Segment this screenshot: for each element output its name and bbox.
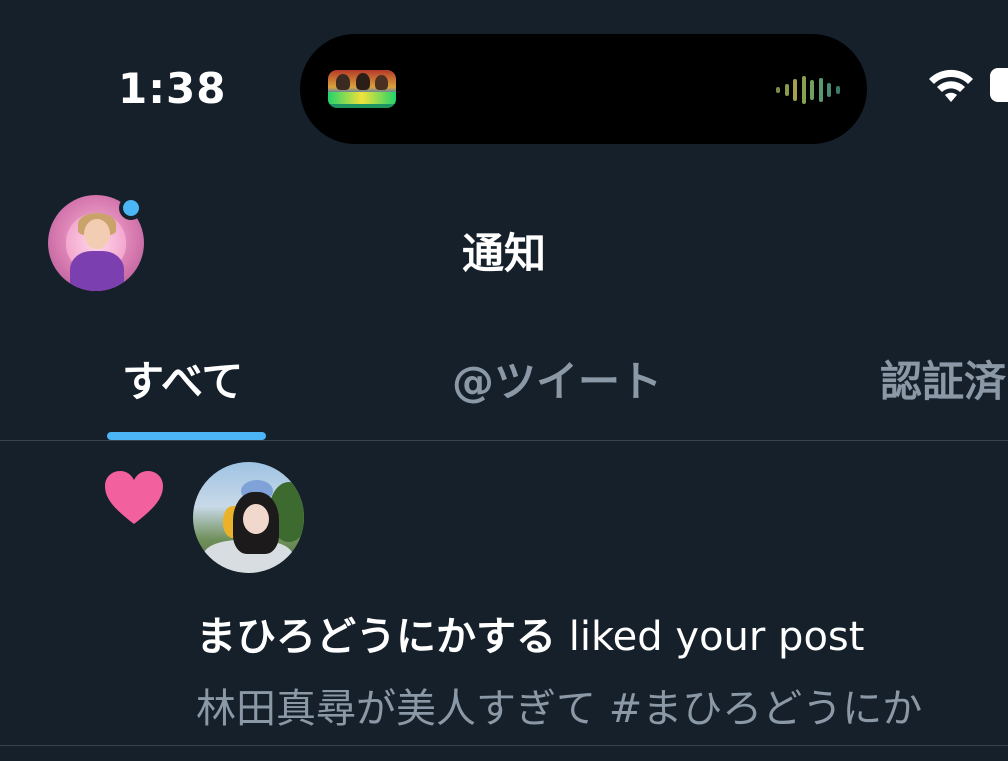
notifications-screen: 1:38 通知 すべて @ツイート 認証済 まひろどうにかする liked yo…: [0, 0, 1008, 761]
post-preview[interactable]: 林田真尋が美人すぎて #まひろどうにか: [196, 676, 1008, 734]
liker-avatar[interactable]: [193, 462, 304, 573]
tab-verified[interactable]: 認証済: [880, 348, 1006, 409]
item-divider: [0, 745, 1008, 746]
heart-icon: [105, 471, 163, 524]
battery-icon: [990, 68, 1008, 102]
notification-action: liked your post: [556, 614, 865, 660]
wifi-icon: [929, 69, 973, 102]
page-title: 通知: [461, 229, 546, 278]
tabs-divider: [0, 440, 1008, 441]
unread-indicator-dot: [119, 196, 143, 220]
audio-waveform-icon: [776, 76, 840, 104]
tab-selected-indicator: [107, 432, 266, 440]
now-playing-thumbnail: [328, 70, 396, 108]
dynamic-island[interactable]: [300, 34, 867, 144]
notification-text: まひろどうにかする liked your post: [196, 604, 864, 662]
status-time: 1:38: [118, 64, 227, 113]
tab-all[interactable]: すべて: [122, 348, 243, 409]
tab-mentions[interactable]: @ツイート: [452, 348, 662, 409]
liker-name[interactable]: まひろどうにかする: [196, 614, 556, 660]
